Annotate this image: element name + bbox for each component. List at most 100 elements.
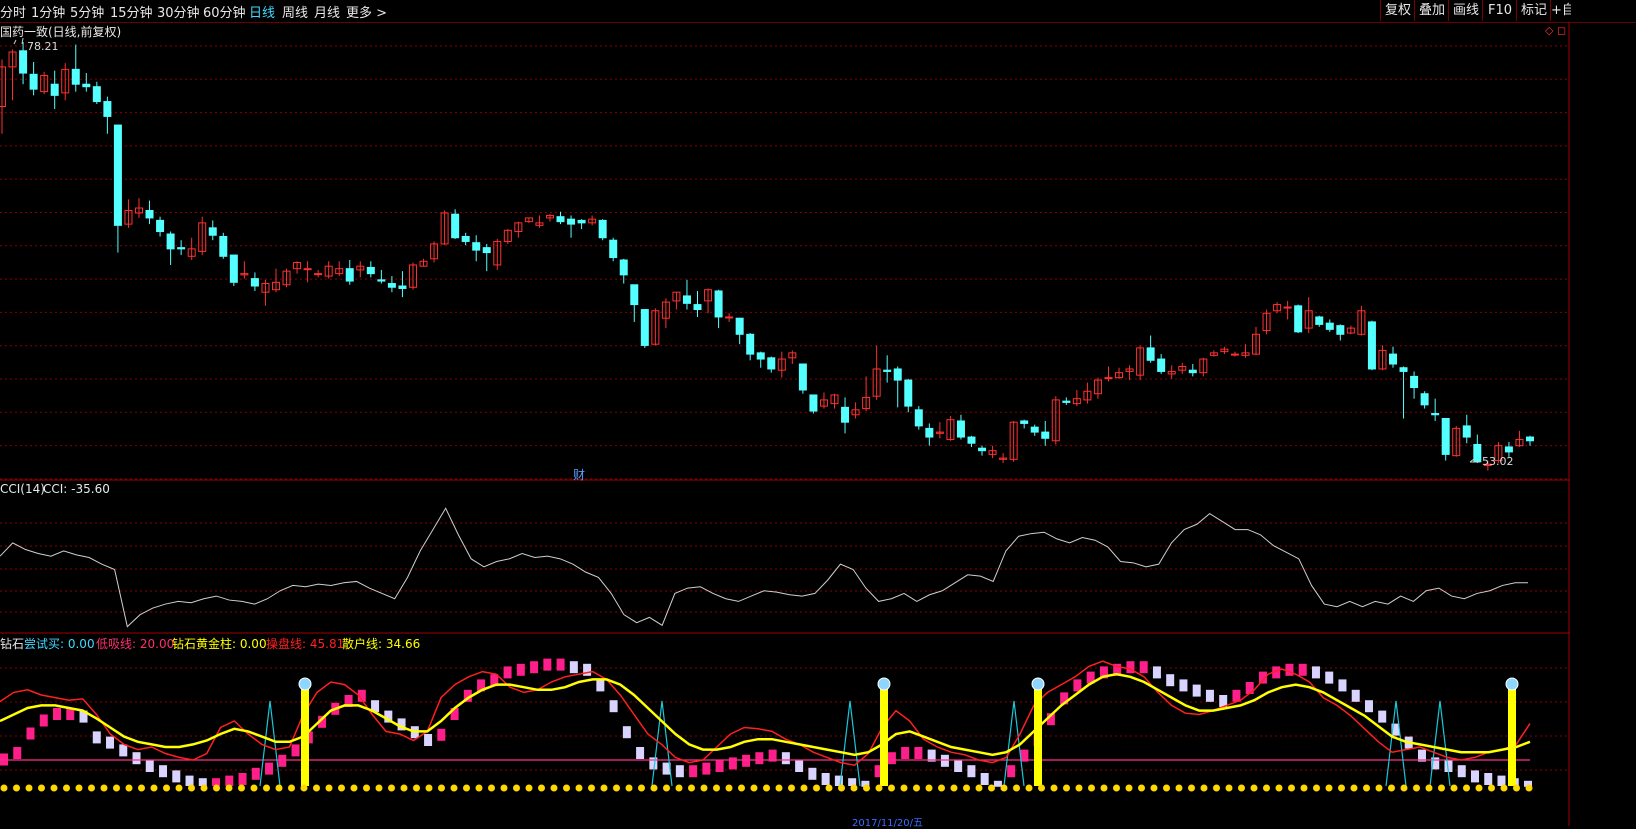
baseline-dot xyxy=(638,784,645,792)
baseline-dot xyxy=(300,784,308,792)
legend-operator-line: 操盘线: 45.81 xyxy=(266,637,345,651)
candle-down xyxy=(978,447,987,452)
candle-down xyxy=(250,278,259,287)
candle-down xyxy=(967,436,976,444)
baseline-dot xyxy=(1500,784,1508,792)
baseline-dot xyxy=(88,784,95,792)
try-buy-spike xyxy=(1385,700,1407,787)
bar-down xyxy=(808,767,817,780)
baseline-dot xyxy=(563,784,570,792)
candle-down xyxy=(577,219,586,224)
diamond-icon xyxy=(298,677,312,691)
bar-down xyxy=(1351,689,1360,702)
bar-up xyxy=(516,663,525,676)
diamond-icon[interactable]: ◇ ◻ xyxy=(1545,24,1566,37)
baseline-dot xyxy=(225,784,233,792)
bar-down xyxy=(1166,674,1175,687)
kline-chart-svg[interactable] xyxy=(0,0,1570,826)
candle-up xyxy=(1283,306,1292,309)
baseline-dot xyxy=(463,784,470,792)
bar-up xyxy=(1285,663,1294,676)
candle-down xyxy=(387,283,396,288)
candle-down xyxy=(798,363,807,391)
try-buy-spike xyxy=(839,700,861,787)
candle-down xyxy=(767,357,776,370)
bar-down xyxy=(1205,689,1214,702)
candle-down xyxy=(398,285,407,289)
baseline-dot xyxy=(1125,784,1133,792)
bar-down xyxy=(583,663,592,676)
bar-up xyxy=(728,757,737,770)
baseline-dot xyxy=(138,784,145,792)
candle-down xyxy=(19,50,28,74)
golden-pillar-bar xyxy=(1034,688,1042,786)
candle-down xyxy=(461,235,470,242)
bar-up xyxy=(437,728,446,741)
finance-marker[interactable]: 财 xyxy=(573,466,585,483)
candle-down xyxy=(451,213,460,239)
bar-up xyxy=(530,661,539,674)
baseline-dot xyxy=(700,784,708,792)
candle-down xyxy=(746,333,755,355)
cci-indicator-name: CCI(14) xyxy=(0,482,45,496)
baseline-dot xyxy=(1488,784,1495,792)
bar-up xyxy=(238,773,247,785)
diamond-icon xyxy=(877,677,891,691)
baseline-dot xyxy=(363,784,370,792)
candle-down xyxy=(1157,358,1166,372)
candle-down xyxy=(640,309,649,346)
baseline-dot xyxy=(738,784,745,792)
bar-down xyxy=(1497,775,1506,786)
baseline-dot xyxy=(338,784,345,792)
bar-down xyxy=(119,744,128,757)
candle-up xyxy=(725,316,734,319)
candle-down xyxy=(893,368,902,381)
baseline-dot xyxy=(1413,784,1420,792)
candle-down xyxy=(1410,375,1419,389)
baseline-dot xyxy=(438,784,445,792)
bar-down xyxy=(1364,700,1373,713)
stock-title: 国药一致(日线,前复权) xyxy=(0,25,122,39)
bar-down xyxy=(159,765,168,778)
baseline-dot xyxy=(1088,784,1095,792)
cci-value: CCI: -35.60 xyxy=(43,482,110,496)
bar-down xyxy=(1457,765,1466,778)
baseline-dot xyxy=(788,784,795,792)
baseline-dot xyxy=(413,784,420,792)
candle-down xyxy=(1294,305,1303,333)
candle-down xyxy=(219,235,228,257)
candle-down xyxy=(619,259,628,276)
baseline-dot xyxy=(1275,784,1283,792)
baseline-dot xyxy=(313,784,320,792)
bar-up xyxy=(755,752,764,765)
baseline-dot xyxy=(488,784,495,792)
baseline-dot xyxy=(388,784,395,792)
bar-down xyxy=(1179,679,1188,692)
baseline-dot xyxy=(675,784,683,792)
candle-down xyxy=(1441,417,1450,455)
baseline-dot xyxy=(550,784,558,792)
candle-down xyxy=(229,254,238,283)
baseline-dot xyxy=(63,784,70,792)
baseline-dot xyxy=(450,784,458,792)
candle-down xyxy=(1389,353,1398,365)
bar-down xyxy=(596,679,605,692)
candle-down xyxy=(1315,316,1324,325)
diamond-icon xyxy=(1031,677,1045,691)
candle-down xyxy=(166,233,175,250)
baseline-dot xyxy=(50,784,58,792)
baseline-dot xyxy=(875,784,883,792)
baseline-dot xyxy=(1075,784,1083,792)
baseline-dot xyxy=(763,784,770,792)
baseline-dot xyxy=(1263,784,1270,792)
baseline-dot xyxy=(725,784,733,792)
bar-down xyxy=(993,780,1002,787)
baseline-dot xyxy=(288,784,295,792)
candle-down xyxy=(103,101,112,117)
candle-down xyxy=(472,242,481,251)
candle-up xyxy=(314,273,323,276)
baseline-dot xyxy=(1338,784,1345,792)
candle-up xyxy=(1230,353,1239,356)
candle-down xyxy=(756,352,765,360)
baseline-dot xyxy=(1013,784,1020,792)
